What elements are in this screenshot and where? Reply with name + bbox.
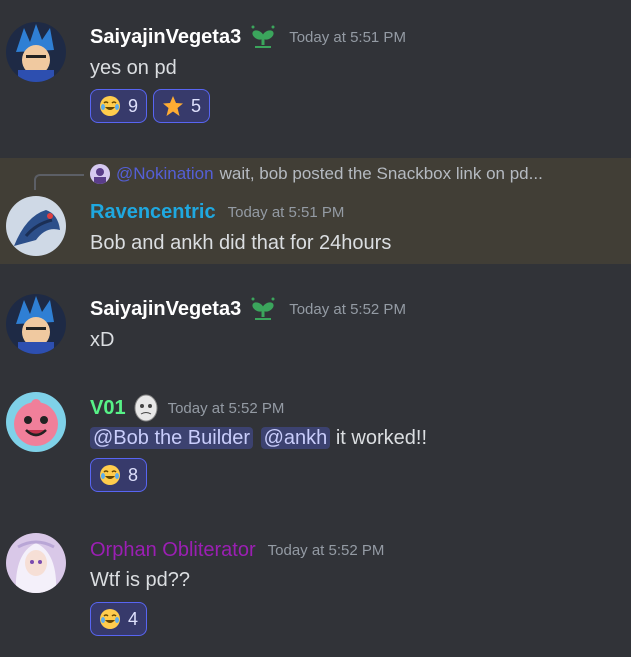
reaction-count: 5 [191, 95, 202, 116]
username[interactable]: Orphan Obliterator [90, 539, 256, 562]
username[interactable]: SaiyajinVegeta3 [90, 298, 241, 321]
timestamp[interactable]: Today at 5:52 PM [289, 301, 406, 318]
reply-connector [34, 174, 84, 190]
message-content: Wtf is pd?? [90, 569, 191, 591]
message-content: Bob and ankh did that for 24hours [90, 232, 392, 254]
message-5: Orphan Obliterator Today at 5:52 PM Wtf … [0, 530, 631, 657]
message-header: Orphan Obliterator Today at 5:52 PM [90, 535, 384, 565]
avatar-saiyajinvegeta3[interactable] [6, 22, 66, 82]
message-3: SaiyajinVegeta3 Today at 5:52 PM xD [0, 290, 631, 360]
message-1: SaiyajinVegeta3 Today at 5:51 PM yes on … [0, 0, 631, 140]
reactions: 9 5 [90, 89, 211, 123]
message-content: @Bob the Builder @ankh it worked!! [90, 427, 427, 450]
reaction-count: 4 [128, 608, 139, 629]
reaction-joy[interactable]: 8 [90, 458, 148, 492]
avatar-ravencentric[interactable] [6, 196, 66, 256]
joy-emoji-icon [99, 608, 121, 630]
avatar-orphan-obliterator[interactable] [6, 533, 66, 593]
reaction-count: 8 [128, 464, 139, 485]
username[interactable]: V01 [90, 397, 126, 420]
mention-bob-the-builder[interactable]: @Bob the Builder [90, 427, 254, 449]
reply-text: wait, bob posted the Snackbox link on pd… [219, 164, 543, 183]
timestamp[interactable]: Today at 5:52 PM [268, 542, 385, 559]
username[interactable]: SaiyajinVegeta3 [90, 26, 241, 49]
message-header: V01 Today at 5:52 PM [90, 393, 284, 423]
sprout-icon [249, 295, 277, 323]
avatar-saiyajinvegeta3[interactable] [6, 294, 66, 354]
reaction-joy[interactable]: 9 [90, 89, 148, 123]
timestamp[interactable]: Today at 5:52 PM [168, 400, 285, 417]
username[interactable]: Ravencentric [90, 201, 216, 224]
mention-ankh[interactable]: @ankh [260, 427, 331, 449]
reply-avatar-icon [90, 164, 110, 184]
reaction-count: 9 [128, 95, 139, 116]
message-text: it worked!! [335, 427, 428, 449]
reply-preview[interactable]: @Nokination wait, bob posted the Snackbo… [90, 164, 543, 184]
meme-face-icon [132, 394, 160, 422]
message-4: V01 Today at 5:52 PM @Bob the Builder @a… [0, 390, 631, 500]
timestamp[interactable]: Today at 5:51 PM [289, 29, 406, 46]
avatar-v01[interactable] [6, 392, 66, 452]
message-2: Ravencentric Today at 5:51 PM Bob and an… [0, 190, 631, 260]
message-content: xD [90, 329, 115, 351]
reactions: 8 [90, 458, 148, 492]
joy-emoji-icon [99, 464, 121, 486]
reactions: 4 [90, 602, 148, 636]
reply-mention[interactable]: @Nokination [116, 164, 214, 184]
message-content: yes on pd [90, 57, 177, 79]
message-header: Ravencentric Today at 5:51 PM [90, 197, 344, 227]
message-header: SaiyajinVegeta3 Today at 5:52 PM [90, 294, 406, 324]
star-emoji-icon [162, 95, 184, 117]
reaction-joy[interactable]: 4 [90, 602, 148, 636]
reaction-star[interactable]: 5 [153, 89, 211, 123]
sprout-icon [249, 23, 277, 51]
message-header: SaiyajinVegeta3 Today at 5:51 PM [90, 22, 406, 52]
joy-emoji-icon [99, 95, 121, 117]
timestamp[interactable]: Today at 5:51 PM [228, 204, 345, 221]
